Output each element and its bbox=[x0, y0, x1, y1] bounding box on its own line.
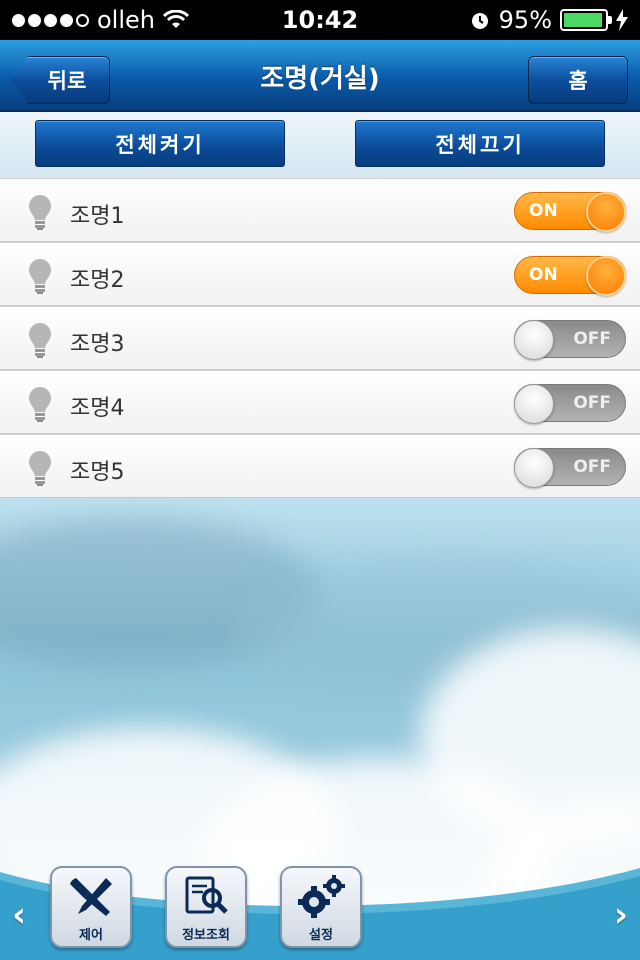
settings-tab-button[interactable]: 설정 bbox=[280, 866, 362, 948]
wifi-icon bbox=[163, 10, 189, 28]
toggle-state-text: ON bbox=[529, 201, 558, 221]
navigation-bar: 뒤로 조명(거실) 홈 bbox=[0, 40, 640, 112]
control-tab-button[interactable]: 제어 bbox=[50, 866, 132, 948]
all-controls-bar: 전체켜기 전체끄기 bbox=[0, 112, 640, 178]
next-page-arrow[interactable]: › bbox=[614, 895, 628, 935]
signal-strength-icon bbox=[12, 13, 89, 27]
light-bulb-icon bbox=[29, 387, 51, 422]
light-name: 조명5 bbox=[70, 460, 125, 485]
previous-page-arrow[interactable]: ‹ bbox=[12, 895, 26, 935]
light-name: 조명3 bbox=[70, 332, 125, 357]
toggle-knob[interactable] bbox=[514, 384, 554, 424]
light-toggle-switch[interactable]: ON bbox=[514, 256, 626, 296]
carrier-name: olleh bbox=[97, 6, 155, 34]
tools-icon bbox=[70, 878, 112, 916]
toggle-state-text: OFF bbox=[573, 393, 611, 413]
light-row: 조명3 OFF bbox=[0, 306, 640, 370]
toggle-knob[interactable] bbox=[514, 320, 554, 360]
info-tab-label: 정보조회 bbox=[182, 928, 230, 943]
light-toggle-switch[interactable]: OFF bbox=[514, 320, 626, 360]
gears-icon bbox=[298, 875, 345, 918]
settings-tab-label: 설정 bbox=[309, 928, 333, 943]
toggle-knob[interactable] bbox=[514, 448, 554, 488]
light-name: 조명2 bbox=[70, 268, 125, 293]
home-button[interactable]: 홈 bbox=[528, 56, 628, 104]
light-toggle-switch[interactable]: ON bbox=[514, 192, 626, 232]
light-bulb-icon bbox=[29, 323, 51, 358]
status-left: olleh bbox=[12, 6, 189, 34]
toggle-state-text: OFF bbox=[573, 457, 611, 477]
toggle-state-text: ON bbox=[529, 265, 558, 285]
all-on-button[interactable]: 전체켜기 bbox=[35, 120, 285, 167]
light-row: 조명4 OFF bbox=[0, 370, 640, 434]
status-right: 95% bbox=[469, 6, 628, 34]
light-row: 조명2 ON bbox=[0, 242, 640, 306]
toggle-state-text: OFF bbox=[573, 329, 611, 349]
light-bulb-icon bbox=[29, 451, 51, 486]
toggle-knob[interactable] bbox=[586, 256, 626, 296]
light-list: 조명1 ON 조명2 ON 조명3 OFF 조명4 OFF 조명5 OFF bbox=[0, 178, 640, 498]
document-search-icon bbox=[185, 876, 228, 914]
battery-fill bbox=[564, 13, 602, 27]
alarm-icon bbox=[471, 13, 488, 29]
clock: 10:42 bbox=[281, 6, 359, 34]
light-row: 조명1 ON bbox=[0, 178, 640, 242]
light-toggle-switch[interactable]: OFF bbox=[514, 384, 626, 424]
light-name: 조명4 bbox=[70, 396, 125, 421]
light-row: 조명5 OFF bbox=[0, 434, 640, 498]
info-tab-button[interactable]: 정보조회 bbox=[165, 866, 247, 948]
toggle-knob[interactable] bbox=[586, 192, 626, 232]
charging-icon bbox=[616, 9, 628, 31]
light-toggle-switch[interactable]: OFF bbox=[514, 448, 626, 488]
status-bar: olleh 10:42 95% bbox=[0, 0, 640, 40]
all-off-button[interactable]: 전체끄기 bbox=[355, 120, 605, 167]
light-bulb-icon bbox=[29, 259, 51, 294]
light-bulb-icon bbox=[29, 195, 51, 230]
battery-percent: 95% bbox=[498, 6, 552, 34]
battery-icon bbox=[560, 9, 612, 31]
control-tab-label: 제어 bbox=[79, 928, 103, 943]
light-name: 조명1 bbox=[70, 204, 125, 229]
